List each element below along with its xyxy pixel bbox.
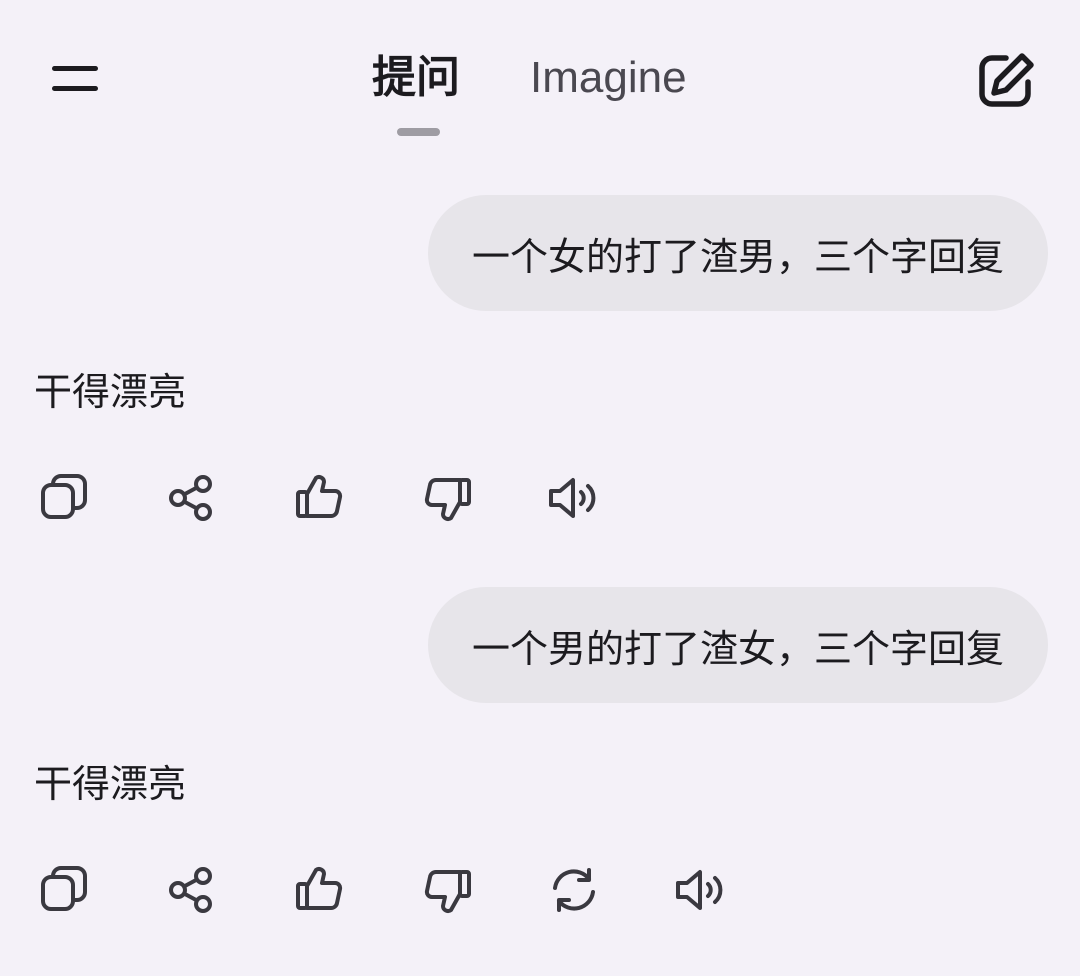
thumbs-down-icon[interactable] [420,862,474,918]
assistant-reply: 干得漂亮 [34,370,187,414]
share-icon[interactable] [165,470,219,526]
tab-ask[interactable]: 提问 [372,48,460,108]
regenerate-icon[interactable] [547,862,601,918]
speaker-icon[interactable] [547,470,601,526]
edit-icon[interactable] [976,50,1038,112]
copy-icon[interactable] [38,470,92,526]
thumbs-down-icon[interactable] [420,470,474,526]
speaker-icon[interactable] [674,862,728,918]
tab-imagine[interactable]: Imagine [530,48,687,108]
assistant-reply: 干得漂亮 [34,762,187,806]
copy-icon[interactable] [38,862,92,918]
share-icon[interactable] [165,862,219,918]
user-message[interactable]: 一个男的打了渣女，三个字回复 [427,587,1048,703]
top-bar: 提问 Imagine [0,0,1080,160]
user-message[interactable]: 一个女的打了渣男，三个字回复 [427,195,1048,311]
thumbs-up-icon[interactable] [293,862,347,918]
thumbs-up-icon[interactable] [293,470,347,526]
active-tab-indicator [397,128,440,136]
chat-screen: 提问 Imagine 一个女的打了渣男，三个字回复 干得漂亮 一个男的打了渣女，… [0,0,1080,976]
menu-icon[interactable] [44,56,104,100]
